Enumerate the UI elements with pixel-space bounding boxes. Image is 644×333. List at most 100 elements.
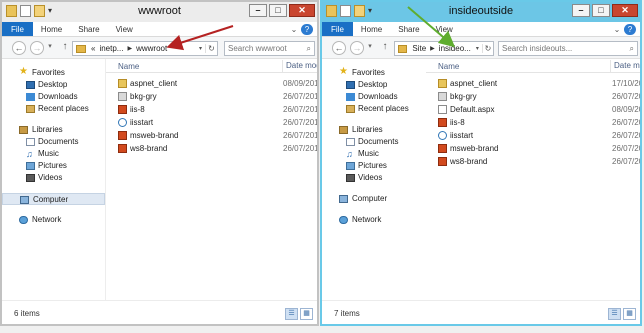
tab-home[interactable]: Home [353,22,390,36]
breadcrumb-segment[interactable]: wwwroot [134,44,169,53]
details-view-icon[interactable]: ☰ [608,308,621,320]
nav-downloads[interactable]: Downloads [2,91,105,103]
nav-pictures[interactable]: Pictures [322,160,426,172]
nav-libraries[interactable]: Libraries [322,124,426,136]
recent-locations-dropdown[interactable]: ▾ [366,41,374,55]
nav-pictures[interactable]: Pictures [2,160,105,172]
nav-desktop[interactable]: Desktop [2,79,105,91]
nav-documents[interactable]: Documents [322,136,426,148]
nav-videos[interactable]: Videos [2,172,105,184]
nav-videos[interactable]: Videos [322,172,426,184]
desktop-icon [346,81,355,89]
file-row[interactable]: iis-8 26/07/2012 [426,116,640,129]
recent-locations-dropdown[interactable]: ▾ [46,41,54,55]
forward-button[interactable]: → [350,41,364,55]
minimize-button[interactable]: – [249,4,267,17]
file-date: 08/09/2012 [283,79,319,88]
maximize-button[interactable]: □ [269,4,287,17]
tab-share[interactable]: Share [70,22,107,36]
nav-music[interactable]: ♫ Music [322,148,426,160]
close-button[interactable]: ✕ [612,4,638,17]
tab-share[interactable]: Share [390,22,427,36]
address-bar[interactable]: « inetp... ▶ wwwroot ▾ ↻ [72,41,218,56]
nav-recent-places[interactable]: Recent places [322,103,426,115]
address-dropdown-icon[interactable]: ▾ [473,45,482,52]
file-row[interactable]: iis-8 26/07/2012 [106,103,317,116]
file-row[interactable]: iisstart 26/07/2012 [426,129,640,142]
nav-favorites[interactable]: ★ Favorites [322,67,426,79]
nav-music[interactable]: ♫ Music [2,148,105,160]
expand-ribbon-icon[interactable]: ⌄ [287,22,301,36]
file-row[interactable]: aspnet_client 08/09/2012 [106,77,317,90]
nav-desktop[interactable]: Desktop [322,79,426,91]
column-header-date-modified[interactable]: Date modifi [610,60,640,72]
tab-home[interactable]: Home [33,22,70,36]
tab-view[interactable]: View [108,22,141,36]
help-icon[interactable]: ? [301,24,313,35]
minimize-button[interactable]: – [572,4,590,17]
expand-ribbon-icon[interactable]: ⌄ [610,22,624,36]
up-button[interactable]: ↑ [58,41,72,55]
nav-computer[interactable]: Computer [322,193,426,205]
nav-libraries[interactable]: Libraries [2,124,105,136]
breadcrumb-segment[interactable]: insideo... [437,44,473,53]
back-button[interactable]: ← [12,41,26,55]
title-bar[interactable]: ▾ insideoutside – □ ✕ [322,2,640,22]
refresh-icon[interactable]: ↻ [205,44,217,53]
refresh-icon[interactable]: ↻ [481,44,493,53]
nav-favorites[interactable]: ★ Favorites [2,67,105,79]
file-row[interactable]: msweb-brand 26/07/2012 [106,129,317,142]
column-header-name[interactable]: Name [438,62,459,71]
maximize-button[interactable]: □ [592,4,610,17]
nav-label: Computer [352,194,388,203]
tab-view[interactable]: View [428,22,461,36]
back-button[interactable]: ← [332,41,346,55]
column-header-name[interactable]: Name [118,62,139,71]
search-icon: ⌕ [306,44,311,53]
address-bar[interactable]: Site ▶ insideo... ▾ ↻ [394,41,494,56]
breadcrumb-segment[interactable]: inetp... [97,44,125,53]
nav-label: Recent places [38,104,89,113]
address-overflow[interactable]: « [89,44,97,53]
file-row[interactable]: bkg-gry 26/07/2012 [106,90,317,103]
file-row[interactable]: ws8-brand 26/07/2012 [426,155,640,168]
search-input[interactable]: Search wwwroot ⌕ [224,41,315,56]
explorer-window-insideoutside: ▾ insideoutside – □ ✕ File Home Share Vi… [320,0,642,326]
nav-downloads[interactable]: Downloads [322,91,426,103]
file-row[interactable]: ws8-brand 26/07/2012 [106,142,317,155]
tab-file[interactable]: File [2,22,33,36]
large-icons-view-icon[interactable]: ▦ [300,308,313,320]
title-bar[interactable]: ▾ wwwroot – □ ✕ [2,2,317,22]
nav-network[interactable]: Network [322,214,426,226]
help-icon[interactable]: ? [624,24,636,35]
file-row[interactable]: iisstart 26/07/2012 [106,116,317,129]
up-button[interactable]: ↑ [378,41,392,55]
details-view-icon[interactable]: ☰ [285,308,298,320]
nav-computer[interactable]: Computer [2,193,105,205]
nav-recent-places[interactable]: Recent places [2,103,105,115]
file-date: 26/07/2012 [612,157,640,166]
nav-label: Computer [33,195,69,204]
file-row[interactable]: aspnet_client 17/10/2012 [426,77,640,90]
tab-file[interactable]: File [322,22,353,36]
column-header-date-modified[interactable]: Date modifi [282,60,317,72]
music-icon: ♫ [346,149,353,159]
address-dropdown-icon[interactable]: ▾ [196,45,205,52]
nav-documents[interactable]: Documents [2,136,105,148]
videos-icon [346,174,355,182]
breadcrumb-separator-icon[interactable]: ▶ [125,45,134,52]
forward-button[interactable]: → [30,41,44,55]
close-button[interactable]: ✕ [289,4,315,17]
file-row[interactable]: Default.aspx 08/09/2012 [426,103,640,116]
file-row[interactable]: msweb-brand 26/07/2012 [426,142,640,155]
large-icons-view-icon[interactable]: ▦ [623,308,636,320]
file-row[interactable]: bkg-gry 26/07/2012 [426,90,640,103]
nav-network[interactable]: Network [2,214,105,226]
search-input[interactable]: Search insideouts... ⌕ [498,41,638,56]
videos-icon [26,174,35,182]
breadcrumb-separator-icon[interactable]: ▶ [428,45,437,52]
image-icon [118,92,127,101]
breadcrumb-segment[interactable]: Site [410,44,428,53]
